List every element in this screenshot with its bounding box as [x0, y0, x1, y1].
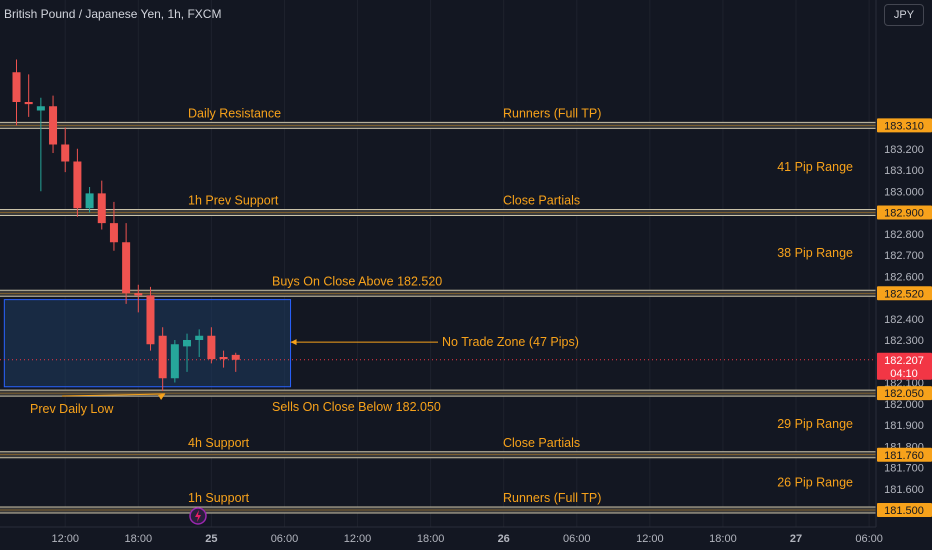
x-tick-label: 27 — [790, 533, 802, 545]
y-tick-label: 183.200 — [884, 144, 924, 156]
level-mid-label: Runners (Full TP) — [503, 491, 601, 505]
y-tick-label: 182.600 — [884, 271, 924, 283]
candle-body — [134, 293, 143, 296]
y-tick-label: 182.400 — [884, 314, 924, 326]
y-tick-label: 182.000 — [884, 399, 924, 411]
bar-countdown: 04:10 — [890, 368, 918, 380]
x-tick-label: 18:00 — [417, 533, 445, 545]
candle-body — [36, 106, 45, 111]
level-label: 1h Support — [188, 491, 250, 505]
y-tick-label: 182.800 — [884, 229, 924, 241]
level-label: Sells On Close Below 182.050 — [272, 400, 441, 414]
candle-body — [122, 242, 131, 294]
candle-body — [12, 72, 21, 102]
level-price-tag-text: 182.050 — [884, 388, 924, 400]
x-tick-label: 06:00 — [563, 533, 591, 545]
y-tick-label: 181.700 — [884, 463, 924, 475]
x-tick-label: 12:00 — [51, 533, 79, 545]
x-tick-label: 06:00 — [855, 533, 883, 545]
candle-body — [61, 144, 70, 162]
candle-body — [170, 344, 179, 379]
level-label: 4h Support — [188, 436, 250, 450]
last-price-value: 182.207 — [884, 355, 924, 367]
x-tick-label: 12:00 — [636, 533, 664, 545]
level-price-tag-text: 183.310 — [884, 120, 924, 132]
level-price-tag-text: 182.900 — [884, 208, 924, 220]
level-label: Daily Resistance — [188, 106, 281, 120]
candle-body — [109, 223, 118, 243]
candle-body — [158, 335, 167, 379]
x-tick-label: 18:00 — [125, 533, 153, 545]
prev-daily-low-label: Prev Daily Low — [30, 402, 114, 416]
candlestick-chart[interactable]: Daily Resistance Runners (Full TP) 1h Prev… — [0, 0, 932, 550]
level-mid-label: Close Partials — [503, 436, 580, 450]
candle-body — [231, 354, 240, 360]
candle-body — [73, 161, 82, 209]
y-tick-label: 181.600 — [884, 484, 924, 496]
candle-body — [219, 357, 228, 360]
y-tick-label: 181.900 — [884, 420, 924, 432]
y-tick-label: 183.100 — [884, 165, 924, 177]
candle-body — [24, 102, 33, 105]
symbol-title: British Pound / Japanese Yen, 1h, FXCM — [4, 7, 222, 21]
currency-button[interactable]: JPY — [884, 4, 924, 26]
level-price-tag-text: 182.520 — [884, 288, 924, 300]
pip-range-label: 38 Pip Range — [777, 246, 853, 260]
level-label: Buys On Close Above 182.520 — [272, 274, 442, 288]
x-tick-label: 18:00 — [709, 533, 737, 545]
candle-body — [49, 106, 58, 145]
candle-body — [85, 193, 94, 209]
candle-body — [146, 295, 155, 345]
level-mid-label: Close Partials — [503, 194, 580, 208]
candle-body — [207, 335, 216, 360]
x-tick-label: 12:00 — [344, 533, 372, 545]
pip-range-label: 29 Pip Range — [777, 417, 853, 431]
level-price-tag-text: 181.500 — [884, 505, 924, 517]
pip-range-label: 41 Pip Range — [777, 160, 853, 174]
candle-body — [97, 193, 106, 224]
x-tick-label: 06:00 — [271, 533, 299, 545]
chart-background — [0, 0, 932, 550]
no-trade-zone-label: No Trade Zone (47 Pips) — [442, 335, 579, 349]
candle-body — [183, 340, 192, 347]
level-label: 1h Prev Support — [188, 194, 279, 208]
candle-body — [195, 335, 204, 340]
level-price-tag-text: 181.760 — [884, 450, 924, 462]
y-tick-label: 182.700 — [884, 250, 924, 262]
x-tick-label: 26 — [498, 533, 510, 545]
pip-range-label: 26 Pip Range — [777, 475, 853, 489]
event-flash-icon — [189, 507, 207, 525]
x-tick-label: 25 — [205, 533, 217, 545]
y-tick-label: 183.000 — [884, 186, 924, 198]
y-tick-label: 182.300 — [884, 335, 924, 347]
level-mid-label: Runners (Full TP) — [503, 106, 601, 120]
